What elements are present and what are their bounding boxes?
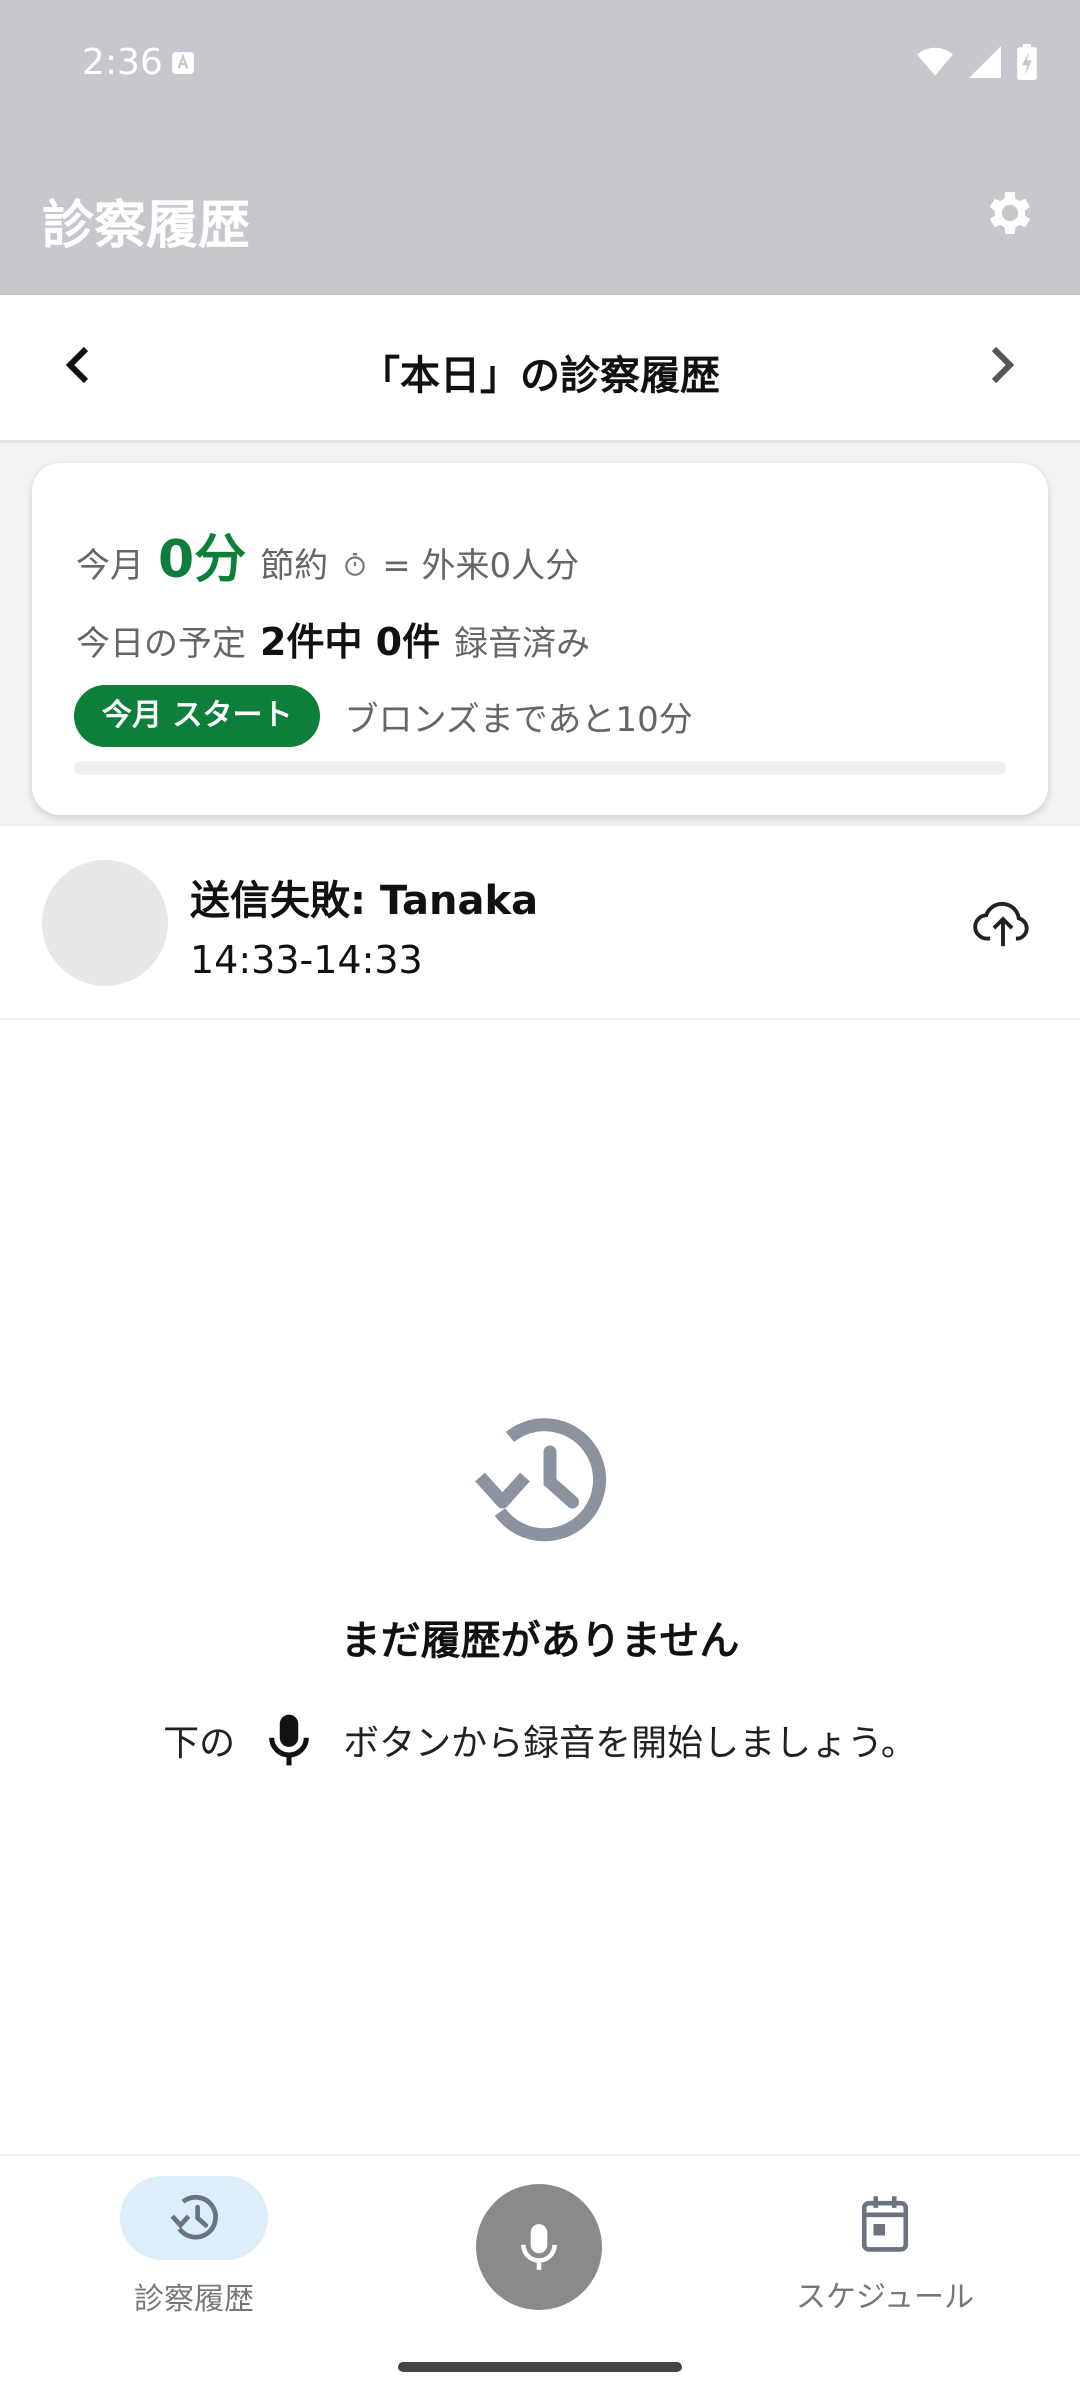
savings-row: 今月 0分 節約 = 外来0人分 [76,517,579,592]
gear-icon[interactable] [982,185,1038,241]
battery-charging-icon [1017,44,1037,80]
cloud-upload-icon[interactable] [972,892,1034,954]
month-label: 今月 [76,546,144,586]
home-indicator [398,2362,682,2372]
wifi-icon [917,47,953,76]
history-item-time: 14:33-14:33 [190,938,423,982]
level-progress-bar [74,761,1006,775]
today-row: 今日の予定 2件中 0件 録音済み [76,611,590,666]
summary-card: 今月 0分 節約 = 外来0人分 今日の予定 2件中 0件 録音済み 今月 スタ… [32,463,1048,815]
today-label: 今日の予定 [76,624,246,664]
nav-item-history[interactable]: 診察履歴 [118,2176,270,2318]
date-title: 「本日」の診察履歴 [360,353,720,399]
level-badge: 今月 スタート [74,685,321,747]
history-list-item[interactable]: 送信失敗: Tanaka 14:33-14:33 [0,826,1080,1020]
history-icon [475,1418,607,1542]
nav-history-label: 診察履歴 [134,2282,254,2317]
status-time: 2:36 [82,42,163,83]
history-item-title: 送信失敗: Tanaka [190,878,539,924]
page-title: 診察履歴 [42,196,251,256]
level-row: 今月 スタート ブロンズまであと10分 [74,685,693,747]
app-bar: 診察履歴 [0,125,1080,295]
stopwatch-icon [345,553,365,576]
equivalent-text: = 外来0人分 [382,546,580,586]
hint-before: 下の [163,1723,236,1764]
hint-after: ボタンから録音を開始しましょう。 [343,1723,917,1764]
next-level-text: ブロンズまであと10分 [344,699,693,740]
status-icons [916,44,1038,80]
chevron-right-icon[interactable] [976,341,1024,389]
record-button[interactable] [476,2184,602,2310]
status-bar: 2:36 [0,0,1080,125]
microphone-icon [521,2224,557,2270]
date-navigation: 「本日」の診察履歴 [0,295,1080,443]
summary-area: 今月 0分 節約 = 外来0人分 今日の予定 2件中 0件 録音済み 今月 スタ… [0,443,1080,826]
history-icon [170,2194,218,2240]
avatar [42,860,168,986]
keyboard-app-icon [172,52,194,74]
empty-state-hint: 下の ボタンから録音を開始しましょう。 [0,1710,1080,1770]
nav-schedule-label: スケジュール [796,2280,974,2315]
microphone-icon [269,1714,309,1766]
today-count: 2件中 0件 [260,620,441,664]
saved-label: 節約 [260,546,329,586]
saved-time-value: 0分 [158,530,247,590]
recorded-label: 録音済み [454,624,591,664]
empty-state-title: まだ履歴がありません [340,1618,740,1664]
signal-icon [969,46,1001,78]
calendar-icon [861,2196,909,2252]
nav-item-schedule[interactable]: スケジュール [790,2194,980,2316]
nav-history-pill [120,2176,268,2260]
